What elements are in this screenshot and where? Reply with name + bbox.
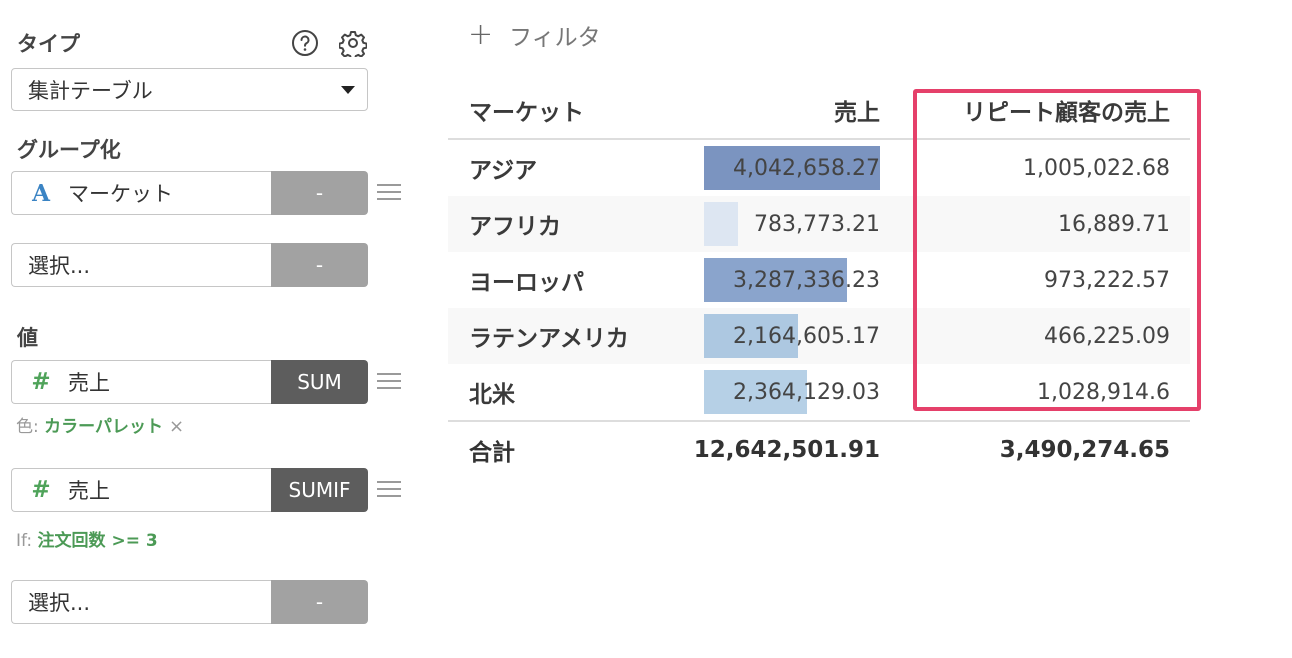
color-setting: 色: カラーパレット × (16, 412, 184, 437)
repeat-sales-cell: 466,225.09 (1044, 323, 1170, 349)
sales-cell: 3,287,336.23 (733, 267, 880, 293)
value-select-input[interactable]: 選択... (11, 580, 271, 624)
value-select-action-button[interactable]: - (271, 580, 368, 624)
value-field-label: 売上 (68, 371, 110, 395)
if-condition: If: 注文回数 >= 3 (16, 526, 158, 551)
group-field-market: A マーケット - (11, 171, 368, 215)
number-type-icon: # (31, 477, 51, 503)
drag-handle-icon[interactable] (377, 479, 401, 499)
color-palette-link[interactable]: カラーパレット (44, 417, 163, 437)
table-row: アジア 4,042,658.27 1,005,022.68 (448, 140, 1190, 196)
market-cell: アフリカ (469, 214, 561, 240)
drag-handle-icon[interactable] (377, 371, 401, 391)
group-field-label: マーケット (68, 182, 173, 206)
value-field-sales-sum: # 売上 SUM (11, 360, 368, 404)
repeat-sales-cell: 16,889.71 (1058, 211, 1170, 237)
group-field-action-button[interactable]: - (271, 171, 368, 215)
type-label: タイプ (17, 32, 80, 56)
value-field-sales-sumif: # 売上 SUMIF (11, 468, 368, 512)
pivot-table: マーケット 売上 リピート顧客の売上 アジア 4,042,658.27 1,00… (448, 82, 1190, 478)
aggregation-sumif-button[interactable]: SUMIF (271, 468, 368, 512)
gear-icon[interactable] (338, 28, 368, 58)
sales-cell: 2,364,129.03 (733, 379, 880, 405)
sales-cell: 2,164,605.17 (733, 323, 880, 349)
table-row: 北米 2,364,129.03 1,028,914.6 (448, 364, 1190, 420)
if-prefix: If: (16, 531, 38, 551)
caret-down-icon (341, 86, 355, 94)
value-select-field: 選択... - (11, 580, 368, 624)
market-cell: アジア (469, 158, 538, 184)
column-header-sales[interactable]: 売上 (704, 82, 880, 138)
repeat-sales-cell: 1,005,022.68 (1023, 155, 1170, 181)
table-row: ヨーロッパ 3,287,336.23 973,222.57 (448, 252, 1190, 308)
market-cell: ヨーロッパ (469, 270, 584, 296)
value-label: 値 (17, 326, 38, 350)
table-total-row: 合計 12,642,501.91 3,490,274.65 (448, 420, 1190, 478)
repeat-sales-cell: 1,028,914.6 (1037, 379, 1170, 405)
sales-cell: 783,773.21 (754, 211, 880, 237)
settings-panel: タイプ 集計テーブル グループ化 A マーケット - 選択... - 値 # 売… (0, 0, 420, 658)
total-repeat-sales: 3,490,274.65 (999, 437, 1170, 463)
table-header-row: マーケット 売上 リピート顧客の売上 (448, 82, 1190, 140)
repeat-sales-cell: 973,222.57 (1044, 267, 1170, 293)
group-label: グループ化 (17, 138, 121, 162)
plus-icon: + (468, 17, 494, 52)
group-select-input[interactable]: 選択... (11, 243, 271, 287)
sales-cell: 4,042,658.27 (733, 155, 880, 181)
market-cell: 北米 (469, 382, 515, 408)
table-row: ラテンアメリカ 2,164,605.17 466,225.09 (448, 308, 1190, 364)
if-condition-link[interactable]: 注文回数 >= 3 (38, 531, 158, 551)
number-type-icon: # (31, 369, 51, 395)
total-sales: 12,642,501.91 (693, 437, 880, 463)
value-field-sales2-name[interactable]: # 売上 (11, 468, 271, 512)
text-type-icon: A (32, 179, 50, 207)
group-select-field: 選択... - (11, 243, 368, 287)
color-prefix: 色: (16, 417, 45, 437)
value-field2-label: 売上 (68, 479, 110, 503)
total-label: 合計 (469, 440, 515, 466)
close-icon[interactable]: × (169, 416, 184, 437)
chart-type-value: 集計テーブル (28, 78, 153, 103)
aggregation-sum-button[interactable]: SUM (271, 360, 368, 404)
group-select-action-button[interactable]: - (271, 243, 368, 287)
filter-label: フィルタ (509, 25, 601, 51)
chart-type-select[interactable]: 集計テーブル (11, 68, 368, 111)
market-cell: ラテンアメリカ (469, 326, 629, 352)
column-header-repeat-sales[interactable]: リピート顧客の売上 (918, 82, 1170, 138)
column-header-market[interactable]: マーケット (469, 82, 709, 138)
value-field-sales-name[interactable]: # 売上 (11, 360, 271, 404)
group-field-market-name[interactable]: A マーケット (11, 171, 271, 215)
table-row: アフリカ 783,773.21 16,889.71 (448, 196, 1190, 252)
add-filter-button[interactable]: + フィルタ (468, 18, 601, 52)
help-icon[interactable] (290, 28, 320, 58)
drag-handle-icon[interactable] (377, 182, 401, 202)
